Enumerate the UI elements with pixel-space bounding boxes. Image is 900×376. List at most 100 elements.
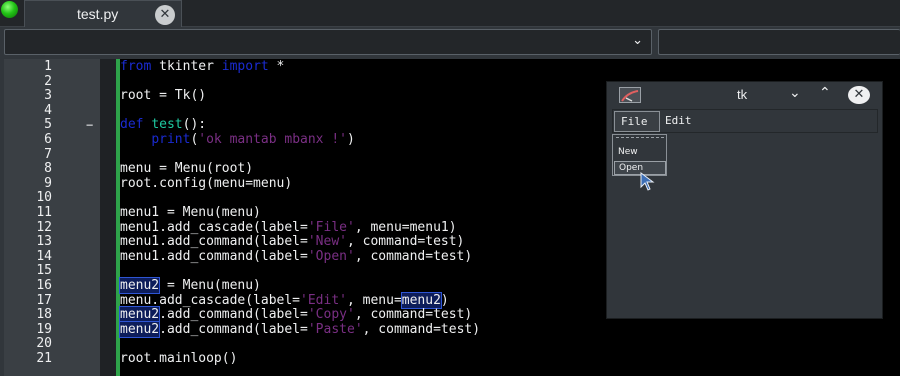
search-highlight: menu2 bbox=[400, 291, 442, 309]
file-dropdown-menu: New Open bbox=[612, 134, 667, 176]
line-number: 1 bbox=[44, 59, 52, 74]
maximize-icon[interactable]: ⌃ bbox=[819, 85, 831, 101]
code-text: menu2 = Menu(menu) bbox=[118, 276, 261, 294]
mouse-cursor-icon bbox=[640, 172, 655, 191]
close-tab-icon[interactable]: ✕ bbox=[155, 5, 175, 25]
feather-icon bbox=[621, 90, 639, 102]
code-token: 'Paste' bbox=[307, 321, 363, 337]
code-text: print('ok mantab mbanx !') bbox=[120, 131, 355, 148]
code-line[interactable]: 1 from tkinter import * bbox=[4, 59, 900, 75]
code-text: root = Tk() bbox=[120, 88, 207, 104]
line-number: 14 bbox=[36, 248, 52, 264]
line-number: 11 bbox=[36, 204, 52, 220]
line-number: 2 bbox=[44, 73, 52, 89]
line-number: 6 bbox=[44, 131, 52, 147]
code-line[interactable]: 19 menu2.add_command(label='Paste', comma… bbox=[4, 320, 900, 338]
code-text: from tkinter import * bbox=[120, 59, 285, 75]
code-token: , command=test) bbox=[346, 234, 465, 250]
symbol-combo[interactable]: ⌄ bbox=[4, 29, 652, 55]
tk-menubar: File Edit bbox=[612, 109, 878, 133]
line-number: 15 bbox=[36, 263, 52, 279]
code-token: test bbox=[151, 117, 183, 133]
tab-bar: test.py ✕ bbox=[0, 0, 900, 27]
minimize-icon[interactable]: ⌄ bbox=[789, 85, 801, 101]
line-number: 9 bbox=[44, 175, 52, 191]
code-token: , menu=menu1) bbox=[354, 219, 457, 235]
code-text: menu1.add_cascade(label='File', menu=men… bbox=[120, 219, 457, 236]
code-text: root.config(menu=menu) bbox=[120, 175, 293, 192]
code-token: menu = Menu(root) bbox=[120, 161, 254, 177]
line-number: 21 bbox=[36, 350, 52, 366]
chevron-down-icon[interactable]: ⌄ bbox=[632, 33, 643, 48]
line-number: 16 bbox=[36, 277, 52, 293]
code-token: tkinter bbox=[151, 59, 222, 74]
code-token: = Menu(menu) bbox=[159, 277, 261, 293]
code-token: from bbox=[120, 59, 152, 74]
code-token: ) bbox=[347, 131, 355, 147]
code-token: menu1.add_cascade(label= bbox=[120, 219, 308, 235]
line-number: 5 bbox=[44, 117, 52, 133]
code-token: .add_command(label= bbox=[159, 307, 308, 323]
close-window-icon[interactable]: ✕ bbox=[848, 86, 870, 104]
tearoff-line[interactable] bbox=[616, 137, 664, 142]
code-token: .add_command(label= bbox=[159, 321, 308, 337]
status-led-icon bbox=[1, 1, 18, 18]
navigation-bar: ⌄ bbox=[0, 27, 900, 59]
code-token: 'Open' bbox=[307, 248, 355, 264]
line-number: 8 bbox=[44, 161, 52, 177]
code-text: menu1.add_command(label='Open', command=… bbox=[120, 248, 473, 265]
tab-label: test.py bbox=[77, 6, 119, 22]
code-token: root = Tk() bbox=[120, 88, 207, 104]
code-text: def test(): bbox=[120, 118, 206, 133]
line-number: 7 bbox=[44, 146, 52, 162]
line-number: 13 bbox=[36, 234, 52, 250]
code-text: menu = Menu(root) bbox=[120, 161, 254, 177]
menu-edit[interactable]: Edit bbox=[665, 114, 692, 127]
line-number: 19 bbox=[36, 321, 52, 337]
search-highlight: menu2 bbox=[118, 320, 161, 338]
code-token: menu1.add_command(label= bbox=[120, 234, 308, 250]
code-text: menu.add_cascade(label='Edit', menu=menu… bbox=[120, 291, 449, 309]
code-token: * bbox=[268, 59, 285, 74]
tab-test-py[interactable]: test.py ✕ bbox=[24, 0, 182, 27]
menu-file[interactable]: File bbox=[614, 111, 660, 132]
code-token: root.mainloop() bbox=[120, 350, 238, 366]
code-token: 'ok mantab mbanx !' bbox=[198, 131, 347, 147]
code-token: , command=test) bbox=[354, 248, 473, 264]
code-text: menu2.add_command(label='Paste', command… bbox=[118, 320, 481, 338]
code-token: menu.add_cascade(label= bbox=[120, 292, 301, 308]
code-token: , command=test) bbox=[354, 307, 473, 323]
code-token: , menu= bbox=[346, 292, 402, 308]
code-token: 'Edit' bbox=[300, 292, 347, 308]
code-token: (): bbox=[182, 117, 207, 133]
code-token: ) bbox=[440, 292, 449, 308]
line-number: 17 bbox=[36, 292, 52, 308]
tk-window: tk ⌄ ⌃ ✕ File Edit bbox=[606, 81, 883, 319]
code-token: 'Copy' bbox=[307, 307, 355, 323]
code-token: 'File' bbox=[307, 219, 355, 235]
code-line[interactable]: 21 root.mainloop() bbox=[4, 350, 900, 367]
code-text: root.mainloop() bbox=[120, 350, 238, 367]
line-number: 18 bbox=[36, 307, 52, 323]
code-token: menu1 = Menu(menu) bbox=[120, 204, 261, 220]
code-token: , command=test) bbox=[362, 321, 481, 337]
code-token: print bbox=[151, 131, 191, 147]
menu-item-new[interactable]: New bbox=[618, 147, 638, 157]
code-text: menu1 = Menu(menu) bbox=[120, 204, 261, 221]
code-line[interactable]: 20 bbox=[4, 337, 900, 352]
search-highlight: menu2 bbox=[118, 306, 161, 324]
line-number: 20 bbox=[36, 336, 52, 352]
tk-titlebar[interactable]: tk ⌄ ⌃ ✕ bbox=[607, 82, 882, 108]
code-token: def bbox=[120, 117, 144, 133]
search-highlight: menu2 bbox=[118, 276, 161, 294]
tk-window-title: tk bbox=[737, 87, 748, 102]
code-token: root.config(menu=menu) bbox=[120, 175, 293, 191]
code-text: menu1.add_command(label='New', command=t… bbox=[120, 234, 465, 250]
tk-app-icon bbox=[619, 87, 641, 103]
code-text: menu2.add_command(label='Copy', command=… bbox=[118, 306, 473, 324]
function-combo[interactable] bbox=[658, 29, 900, 55]
fold-marker-icon[interactable]: − bbox=[86, 118, 93, 133]
code-token: import bbox=[221, 59, 269, 74]
line-number: 12 bbox=[36, 219, 52, 235]
